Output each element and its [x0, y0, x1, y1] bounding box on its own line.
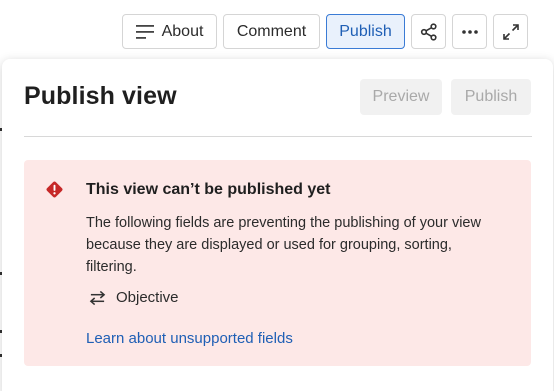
- swap-arrows-icon: [89, 290, 106, 305]
- comment-button[interactable]: Comment: [223, 14, 320, 49]
- publish-button[interactable]: Publish: [451, 79, 531, 115]
- share-button[interactable]: [411, 14, 446, 49]
- top-toolbar: About Comment Publish: [122, 14, 528, 49]
- comment-label: Comment: [236, 22, 307, 40]
- unsupported-field-item: Objective: [89, 289, 179, 306]
- more-options-button[interactable]: [452, 14, 487, 49]
- panel-title: Publish view: [24, 82, 177, 110]
- about-label: About: [161, 22, 204, 40]
- field-name: Objective: [116, 289, 179, 306]
- expand-icon: [502, 23, 519, 40]
- share-icon: [420, 22, 437, 41]
- learn-unsupported-fields-link[interactable]: Learn about unsupported fields: [86, 330, 293, 347]
- warning-diamond-icon: [46, 181, 63, 198]
- divider: [24, 136, 532, 137]
- publish-toolbar-label: Publish: [339, 22, 392, 40]
- page: About Comment Publish Publish view Previ…: [0, 0, 554, 391]
- publish-view-panel: Publish view Preview Publish This view c…: [2, 59, 553, 391]
- expand-button[interactable]: [493, 14, 528, 49]
- alert-body: The following fields are preventing the …: [86, 215, 481, 275]
- alert-title: This view can’t be published yet: [86, 181, 331, 198]
- about-button[interactable]: About: [122, 14, 217, 49]
- menu-lines-icon: [135, 24, 154, 39]
- error-alert: This view can’t be published yet The fol…: [24, 160, 531, 366]
- more-horizontal-icon: [461, 29, 478, 34]
- preview-button[interactable]: Preview: [360, 79, 442, 115]
- publish-toolbar-button[interactable]: Publish: [326, 14, 405, 49]
